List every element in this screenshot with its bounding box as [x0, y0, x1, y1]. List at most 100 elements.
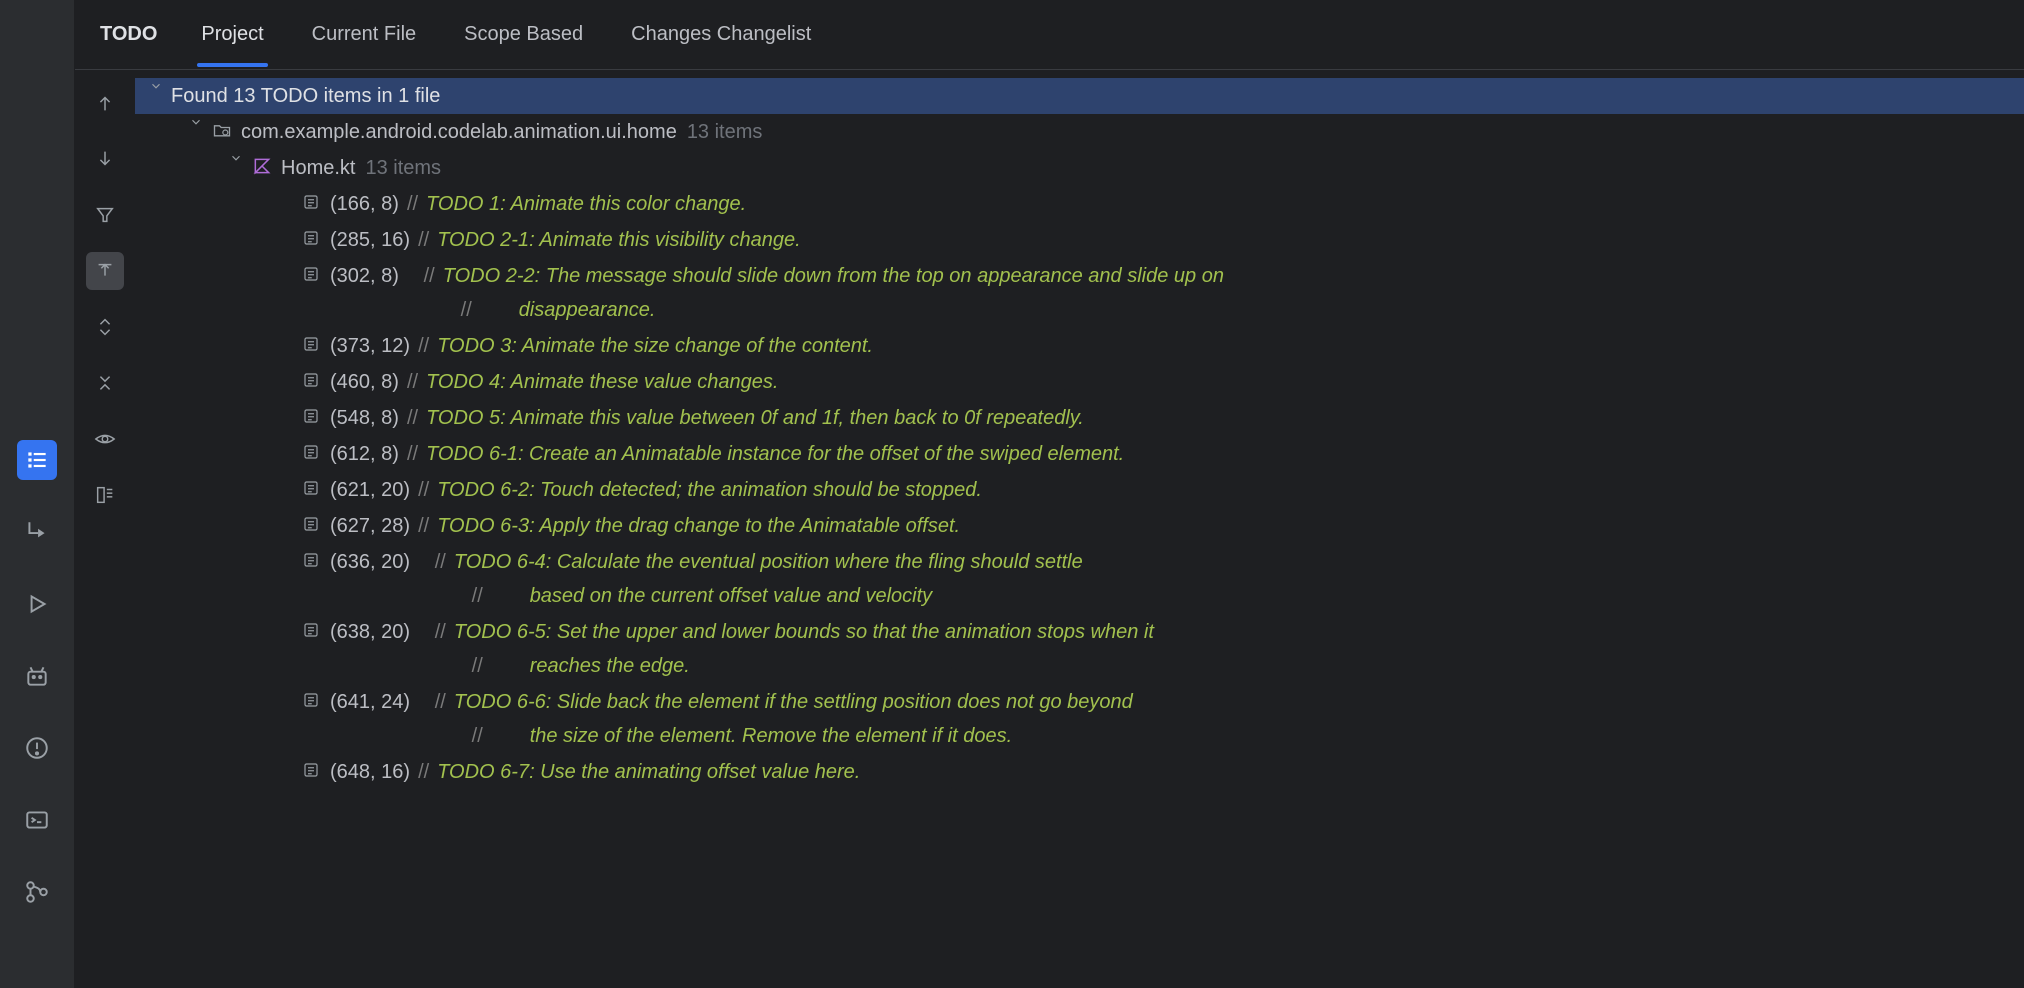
todo-text: TODO 6-3: Apply the drag change to the A… — [437, 509, 960, 543]
tab-current-file[interactable]: Current File — [308, 3, 420, 66]
comment-prefix: // — [455, 649, 522, 683]
todo-item-row[interactable]: (621, 20)//TODO 6-2: Touch detected; the… — [135, 472, 2024, 508]
vcs-tool-button[interactable] — [17, 872, 57, 912]
tab-project[interactable]: Project — [197, 3, 267, 66]
run-tool-button[interactable] — [17, 584, 57, 624]
todo-text: TODO 2-2: The message should slide down … — [443, 259, 1224, 293]
comment-prefix: // — [418, 329, 429, 363]
todo-location: (373, 12) — [330, 329, 410, 363]
todo-item-row[interactable]: (302, 8) //TODO 2-2: The message should … — [135, 258, 2024, 328]
todo-item-icon — [300, 333, 322, 355]
todo-item-icon — [300, 477, 322, 499]
panel-title: TODO — [100, 23, 157, 46]
filter-button[interactable] — [86, 196, 124, 234]
todo-text-cont: the size of the element. Remove the elem… — [530, 719, 1012, 753]
todo-item-icon — [300, 263, 322, 285]
preview-button[interactable] — [86, 420, 124, 458]
todo-item-icon — [300, 689, 322, 711]
todo-item-row[interactable]: (373, 12)//TODO 3: Animate the size chan… — [135, 328, 2024, 364]
todo-text-cont: disappearance. — [519, 293, 656, 327]
comment-prefix: // — [418, 545, 446, 579]
tab-scope-based[interactable]: Scope Based — [460, 3, 587, 66]
file-row[interactable]: Home.kt 13 items — [135, 150, 2024, 186]
comment-prefix: // — [407, 365, 418, 399]
todo-location: (612, 8) — [330, 437, 399, 471]
problems-tool-button[interactable] — [17, 728, 57, 768]
kotlin-file-icon — [251, 155, 273, 177]
todo-location: (638, 20) — [330, 615, 410, 649]
todo-location: (302, 8) — [330, 259, 399, 293]
todo-item-row[interactable]: (548, 8)//TODO 5: Animate this value bet… — [135, 400, 2024, 436]
comment-prefix: // — [418, 615, 446, 649]
todo-item-row[interactable]: (285, 16)//TODO 2-1: Animate this visibi… — [135, 222, 2024, 258]
package-name: com.example.android.codelab.animation.ui… — [241, 115, 677, 149]
todo-location: (285, 16) — [330, 223, 410, 257]
todo-item-row[interactable]: (638, 20) //TODO 6-5: Set the upper and … — [135, 614, 2024, 684]
comment-prefix: // — [444, 293, 511, 327]
comment-prefix: // — [418, 755, 429, 789]
logcat-tool-button[interactable] — [17, 656, 57, 696]
todo-tool-button[interactable] — [17, 440, 57, 480]
todo-item-icon — [300, 227, 322, 249]
next-todo-button[interactable] — [86, 140, 124, 178]
todo-item-row[interactable]: (166, 8)//TODO 1: Animate this color cha… — [135, 186, 2024, 222]
todo-location: (641, 24) — [330, 685, 410, 719]
todo-item-icon — [300, 549, 322, 571]
comment-prefix: // — [455, 719, 522, 753]
comment-prefix: // — [407, 437, 418, 471]
todo-text: TODO 3: Animate the size change of the c… — [437, 329, 873, 363]
comment-prefix: // — [407, 187, 418, 221]
todo-item-row[interactable]: (641, 24) //TODO 6-6: Slide back the ele… — [135, 684, 2024, 754]
todo-item-icon — [300, 369, 322, 391]
todo-text: TODO 6-2: Touch detected; the animation … — [437, 473, 982, 507]
terminal-tool-button[interactable] — [17, 800, 57, 840]
todo-item-row[interactable]: (627, 28)//TODO 6-3: Apply the drag chan… — [135, 508, 2024, 544]
todo-location: (548, 8) — [330, 401, 399, 435]
todo-location: (648, 16) — [330, 755, 410, 789]
left-tool-sidebar — [0, 0, 75, 988]
collapse-all-button[interactable] — [86, 364, 124, 402]
build-tool-button[interactable] — [17, 512, 57, 552]
todo-text: TODO 6-5: Set the upper and lower bounds… — [454, 615, 1154, 649]
todo-location: (636, 20) — [330, 545, 410, 579]
comment-prefix: // — [418, 223, 429, 257]
package-row[interactable]: com.example.android.codelab.animation.ui… — [135, 114, 2024, 150]
todo-item-icon — [300, 191, 322, 213]
chevron-down-icon[interactable] — [185, 115, 207, 129]
comment-prefix: // — [418, 473, 429, 507]
summary-row[interactable]: Found 13 TODO items in 1 file — [135, 78, 2024, 114]
todo-text: TODO 6-6: Slide back the element if the … — [454, 685, 1133, 719]
comment-prefix: // — [455, 579, 522, 613]
comment-prefix: // — [407, 401, 418, 435]
chevron-down-icon[interactable] — [225, 151, 247, 165]
previous-todo-button[interactable] — [86, 84, 124, 122]
todo-item-row[interactable]: (460, 8)//TODO 4: Animate these value ch… — [135, 364, 2024, 400]
todo-tree: Found 13 TODO items in 1 file com.exampl… — [135, 70, 2024, 988]
todo-text: TODO 1: Animate this color change. — [426, 187, 746, 221]
todo-item-row[interactable]: (636, 20) //TODO 6-4: Calculate the even… — [135, 544, 2024, 614]
expand-all-button[interactable] — [86, 308, 124, 346]
autoscroll-button[interactable] — [86, 252, 124, 290]
todo-item-row[interactable]: (648, 16)//TODO 6-7: Use the animating o… — [135, 754, 2024, 790]
chevron-down-icon[interactable] — [145, 79, 167, 93]
todo-item-icon — [300, 405, 322, 427]
todo-text-cont: based on the current offset value and ve… — [530, 579, 932, 613]
todo-text-cont: reaches the edge. — [530, 649, 690, 683]
summary-text: Found 13 TODO items in 1 file — [171, 79, 440, 113]
todo-text: TODO 6-4: Calculate the eventual positio… — [454, 545, 1083, 579]
comment-prefix: // — [407, 259, 435, 293]
tab-changes-changelist[interactable]: Changes Changelist — [627, 3, 815, 66]
todo-location: (460, 8) — [330, 365, 399, 399]
todo-item-icon — [300, 513, 322, 535]
group-by-button[interactable] — [86, 476, 124, 514]
package-count: 13 items — [687, 115, 763, 149]
todo-item-icon — [300, 441, 322, 463]
todo-text: TODO 2-1: Animate this visibility change… — [437, 223, 800, 257]
file-name: Home.kt — [281, 151, 355, 185]
todo-item-row[interactable]: (612, 8)//TODO 6-1: Create an Animatable… — [135, 436, 2024, 472]
todo-item-icon — [300, 619, 322, 641]
todo-text: TODO 6-1: Create an Animatable instance … — [426, 437, 1124, 471]
todo-text: TODO 5: Animate this value between 0f an… — [426, 401, 1084, 435]
comment-prefix: // — [418, 685, 446, 719]
todo-text: TODO 6-7: Use the animating offset value… — [437, 755, 860, 789]
